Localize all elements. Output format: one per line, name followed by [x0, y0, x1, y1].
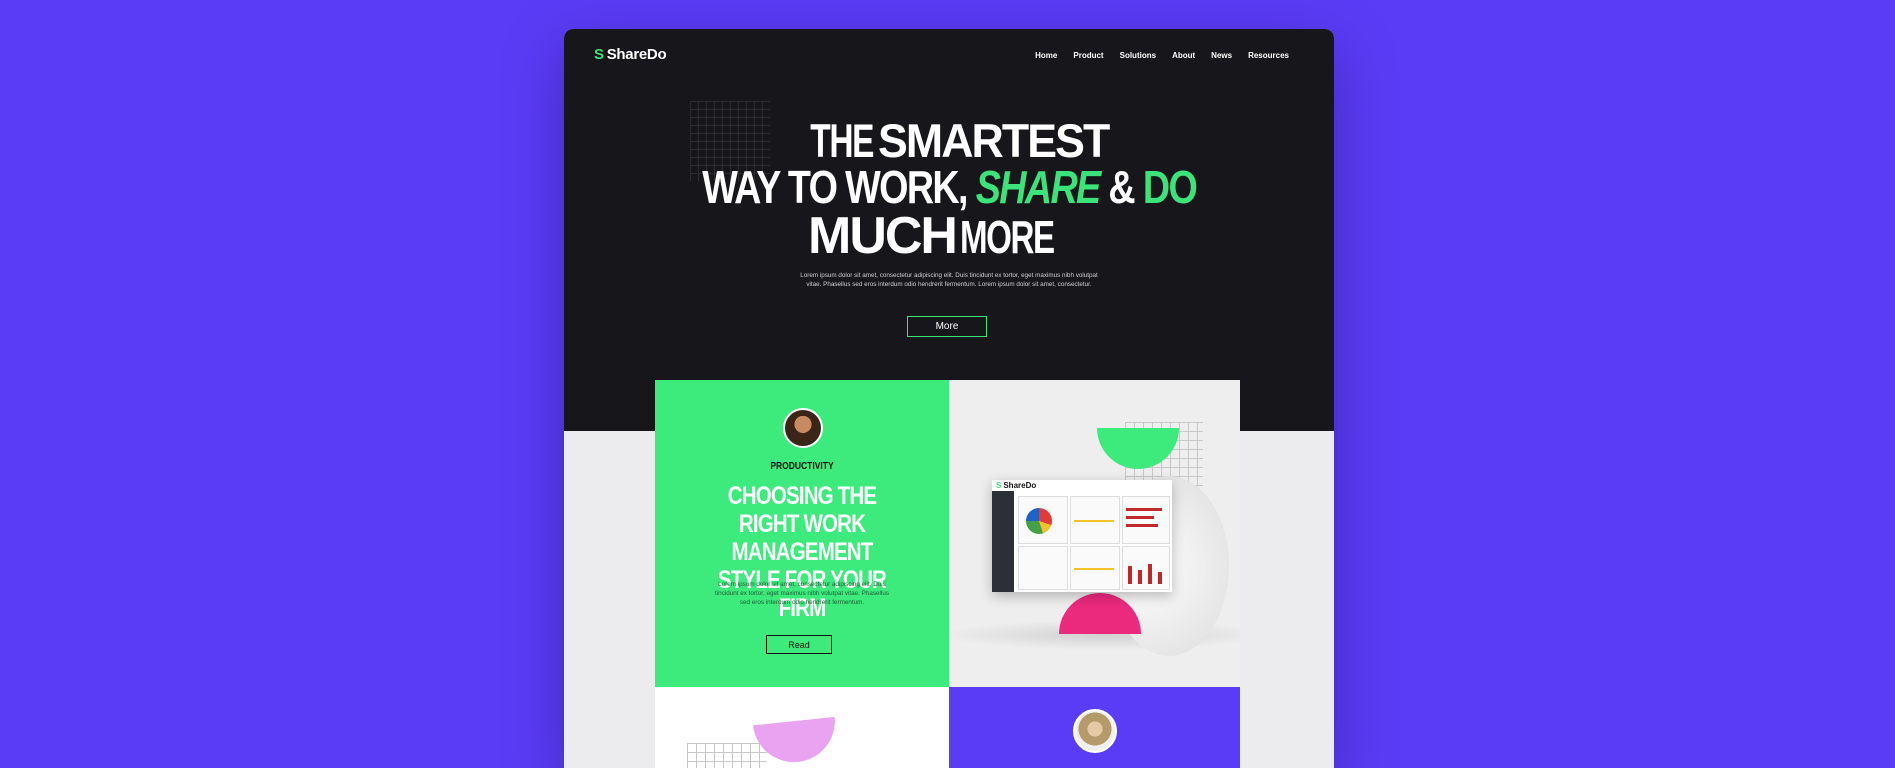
pie-chart-graphic [1026, 508, 1052, 534]
bar-graphic [1126, 516, 1154, 519]
headline-word: & [1108, 161, 1135, 213]
dashboard-sidebar [992, 491, 1014, 592]
bar-graphic [1126, 508, 1162, 511]
article-category: PRODUCTIVITY [770, 461, 834, 472]
more-button[interactable]: More [907, 316, 987, 337]
line-chart-graphic [1074, 520, 1114, 522]
author-avatar [783, 408, 823, 448]
dashboard-screenshot: S ShareDo [992, 480, 1172, 592]
article-card-purple[interactable] [949, 687, 1240, 768]
dashboard-panel [1018, 546, 1068, 590]
headline-highlight: DO [1142, 161, 1198, 213]
dashboard-panel [1122, 496, 1170, 544]
headline-word: THE [810, 114, 875, 167]
bar-graphic [1128, 566, 1132, 584]
browser-frame: S ShareDo Home Product Solutions About N… [564, 29, 1334, 768]
main-nav: Home Product Solutions About News Resour… [1035, 51, 1289, 60]
headline-line-1: THE SMARTEST [583, 117, 1315, 164]
bar-graphic [1126, 524, 1158, 527]
hero-section: S ShareDo Home Product Solutions About N… [564, 29, 1334, 431]
bar-graphic [1158, 572, 1162, 584]
nav-home[interactable]: Home [1035, 51, 1057, 60]
nav-product[interactable]: Product [1073, 51, 1103, 60]
headline-word: MUCH [808, 207, 958, 265]
dashboard-logo-icon: S [996, 481, 1002, 490]
hero-headline: THE SMARTEST WAY TO WORK, SHARE & DO MUC… [564, 117, 1334, 262]
dashboard-logo-text: ShareDo [1003, 481, 1037, 490]
author-avatar [1073, 709, 1117, 753]
headline-word: MORE [959, 211, 1055, 263]
decorative-grid [687, 743, 767, 768]
nav-about[interactable]: About [1172, 51, 1195, 60]
nav-resources[interactable]: Resources [1248, 51, 1289, 60]
bar-graphic [1148, 564, 1152, 584]
logo-icon: S [594, 46, 604, 63]
nav-solutions[interactable]: Solutions [1120, 51, 1156, 60]
headline-highlight: SHARE [975, 161, 1101, 213]
article-card-productivity[interactable]: PRODUCTIVITY CHOOSING THE RIGHT WORK MAN… [655, 380, 949, 687]
headline-line-2: WAY TO WORK, SHARE & DO [702, 161, 1198, 213]
bar-graphic [1138, 570, 1142, 584]
hero-description: Lorem ipsum dolor sit amet, consectetur … [800, 272, 1098, 288]
nav-news[interactable]: News [1211, 51, 1232, 60]
line-chart-graphic [1074, 568, 1114, 570]
product-illustration: S ShareDo [949, 380, 1240, 687]
headline-word: SMARTEST [878, 114, 1110, 167]
read-button[interactable]: Read [766, 635, 832, 654]
headline-line-3: MUCHMORE [564, 210, 1334, 262]
article-excerpt: Lorem ipsum dolor sit amet, consectetur … [715, 581, 889, 606]
headline-word: WAY TO WORK, [702, 161, 968, 213]
article-card-white[interactable] [655, 687, 949, 768]
logo-text: ShareDo [606, 46, 667, 63]
dashboard-header: S ShareDo [992, 480, 1172, 491]
logo[interactable]: S ShareDo [594, 46, 667, 63]
